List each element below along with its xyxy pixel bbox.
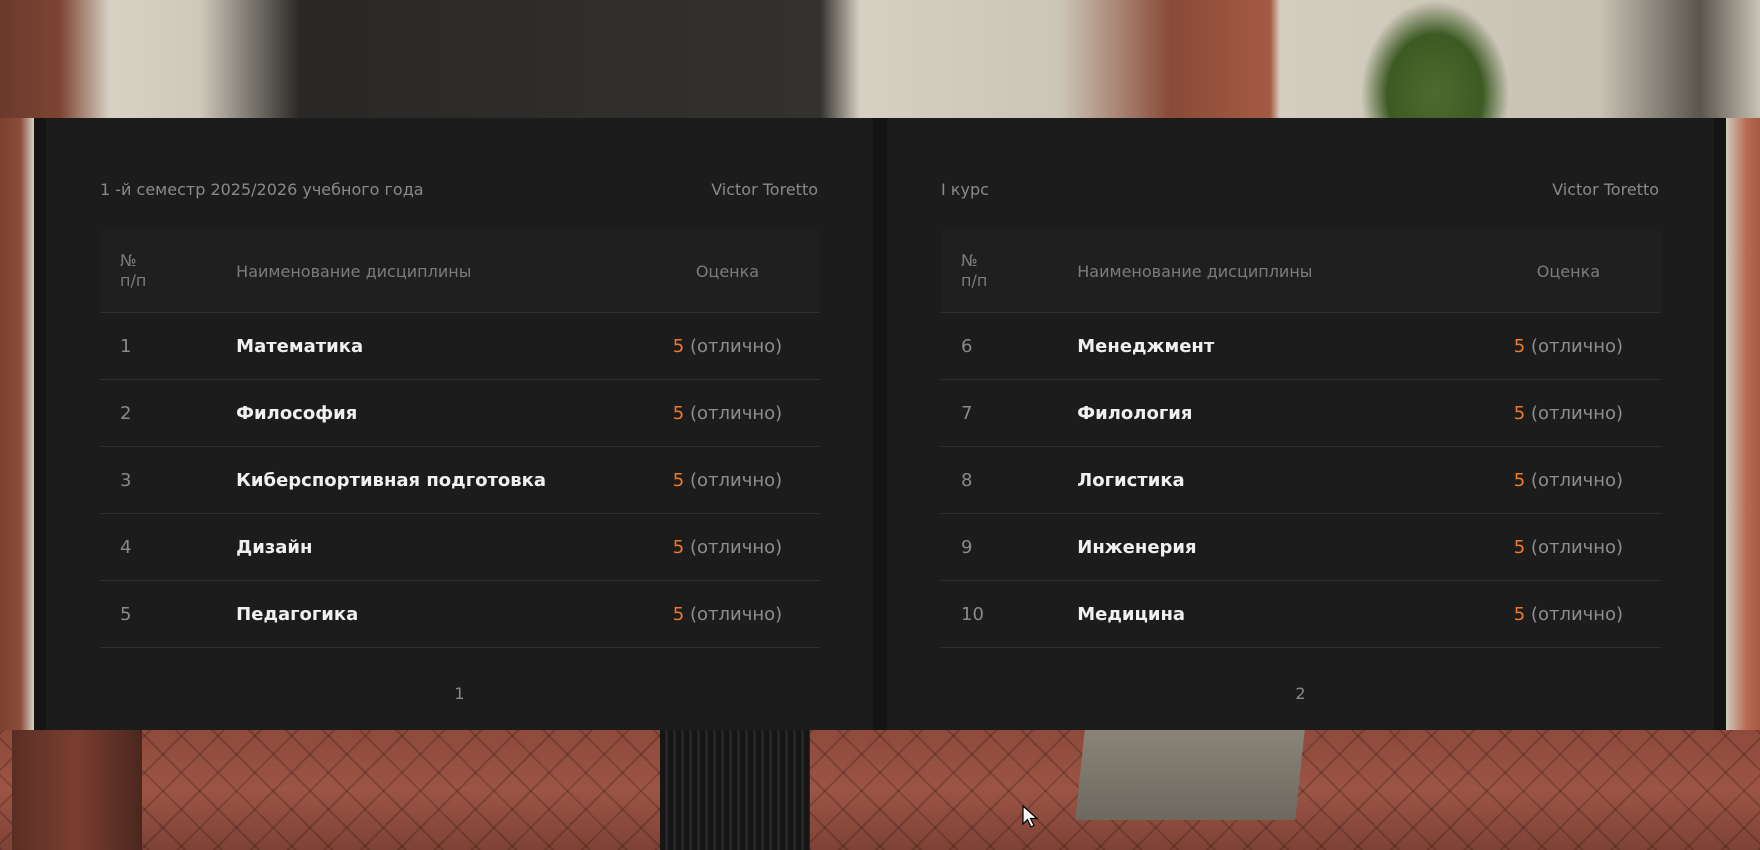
table-row: 4 Дизайн 5 (отлично)	[100, 513, 820, 581]
column-header-grade: Оценка	[1475, 230, 1661, 313]
row-number: 9	[941, 513, 1077, 581]
row-number: 10	[941, 580, 1077, 648]
table-row: 10 Медицина 5 (отлично)	[941, 580, 1661, 648]
discipline-name: Логистика	[1076, 446, 1476, 514]
grade-book-page-left: 1 -й семестр 2025/2026 учебного года Vic…	[46, 118, 873, 730]
grade-text: (отлично)	[1530, 469, 1624, 491]
grade-text: (отлично)	[1530, 603, 1624, 625]
column-header-number: № п/п	[100, 230, 236, 313]
table-row: 9 Инженерия 5 (отлично)	[941, 513, 1661, 581]
discipline-name: Медицина	[1076, 580, 1476, 648]
grade-value: 5	[1513, 402, 1526, 424]
table-row: 7 Филология 5 (отлично)	[941, 379, 1661, 447]
grade-cell: 5 (отлично)	[634, 379, 820, 447]
grade-text: (отлично)	[689, 536, 783, 558]
grade-value: 5	[672, 335, 685, 357]
discipline-name: Филология	[1076, 379, 1476, 447]
grades-table: № п/п Наименование дисциплины Оценка 6 М…	[941, 230, 1661, 648]
grade-cell: 5 (отлично)	[1475, 312, 1661, 380]
grade-cell: 5 (отлично)	[1475, 580, 1661, 648]
table-row: 1 Математика 5 (отлично)	[100, 312, 820, 380]
building-facade	[0, 0, 1760, 118]
course-label: I курс	[941, 179, 989, 199]
wooden-pillar	[12, 730, 142, 850]
brick-column-left	[0, 118, 34, 730]
row-number: 3	[100, 446, 236, 514]
grade-value: 5	[1513, 469, 1526, 491]
semester-label: 1 -й семестр 2025/2026 учебного года	[100, 179, 424, 199]
column-header-discipline: Наименование дисциплины	[1076, 230, 1476, 313]
grade-text: (отлично)	[1530, 335, 1624, 357]
grade-cell: 5 (отлично)	[634, 312, 820, 380]
grade-cell: 5 (отлично)	[634, 513, 820, 581]
discipline-name: Философия	[235, 379, 635, 447]
grade-cell: 5 (отлично)	[634, 446, 820, 514]
grade-text: (отлично)	[689, 469, 783, 491]
page-header: 1 -й семестр 2025/2026 учебного года Vic…	[100, 173, 818, 205]
grade-book: 1 -й семестр 2025/2026 учебного года Vic…	[34, 118, 1726, 730]
table-row: 5 Педагогика 5 (отлично)	[100, 580, 820, 648]
grade-value: 5	[672, 402, 685, 424]
row-number: 4	[100, 513, 236, 581]
grade-value: 5	[1513, 335, 1526, 357]
row-number: 7	[941, 379, 1077, 447]
grade-text: (отлично)	[1530, 536, 1624, 558]
page-header: I курс Victor Toretto	[941, 173, 1659, 205]
grades-table: № п/п Наименование дисциплины Оценка 1 М…	[100, 230, 820, 648]
discipline-name: Педагогика	[235, 580, 635, 648]
row-number: 2	[100, 379, 236, 447]
grade-text: (отлично)	[689, 335, 783, 357]
row-number: 5	[100, 580, 236, 648]
page-number: 1	[454, 684, 465, 703]
row-number: 8	[941, 446, 1077, 514]
row-number: 1	[100, 312, 236, 380]
grade-cell: 5 (отлично)	[634, 580, 820, 648]
mouse-cursor-icon	[1022, 805, 1039, 828]
stone-planter	[1075, 730, 1305, 820]
column-header-discipline: Наименование дисциплины	[235, 230, 635, 313]
discipline-name: Киберспортивная подготовка	[235, 446, 635, 514]
table-row: 6 Менеджмент 5 (отлично)	[941, 312, 1661, 380]
table-header-row: № п/п Наименование дисциплины Оценка	[100, 230, 820, 313]
grade-cell: 5 (отлично)	[1475, 446, 1661, 514]
brick-pavement	[0, 730, 1760, 850]
grade-value: 5	[1513, 603, 1526, 625]
grade-text: (отлично)	[689, 402, 783, 424]
table-header-row: № п/п Наименование дисциплины Оценка	[941, 230, 1661, 313]
row-number: 6	[941, 312, 1077, 380]
page-number: 2	[1295, 684, 1306, 703]
grade-cell: 5 (отлично)	[1475, 513, 1661, 581]
grade-value: 5	[1513, 536, 1526, 558]
grade-text: (отлично)	[689, 603, 783, 625]
grade-book-page-right: I курс Victor Toretto № п/п Наименование…	[887, 118, 1714, 730]
column-header-number: № п/п	[941, 230, 1077, 313]
grade-cell: 5 (отлично)	[1475, 379, 1661, 447]
discipline-name: Инженерия	[1076, 513, 1476, 581]
grade-value: 5	[672, 536, 685, 558]
player-character-legs	[660, 730, 810, 850]
discipline-name: Менеджмент	[1076, 312, 1476, 380]
table-row: 2 Философия 5 (отлично)	[100, 379, 820, 447]
discipline-name: Дизайн	[235, 513, 635, 581]
student-name: Victor Toretto	[711, 179, 818, 199]
grade-text: (отлично)	[1530, 402, 1624, 424]
brick-column-right	[1726, 118, 1760, 730]
table-row: 8 Логистика 5 (отлично)	[941, 446, 1661, 514]
grade-value: 5	[672, 603, 685, 625]
discipline-name: Математика	[235, 312, 635, 380]
grade-value: 5	[672, 469, 685, 491]
student-name: Victor Toretto	[1552, 179, 1659, 199]
table-row: 3 Киберспортивная подготовка 5 (отлично)	[100, 446, 820, 514]
column-header-grade: Оценка	[634, 230, 820, 313]
